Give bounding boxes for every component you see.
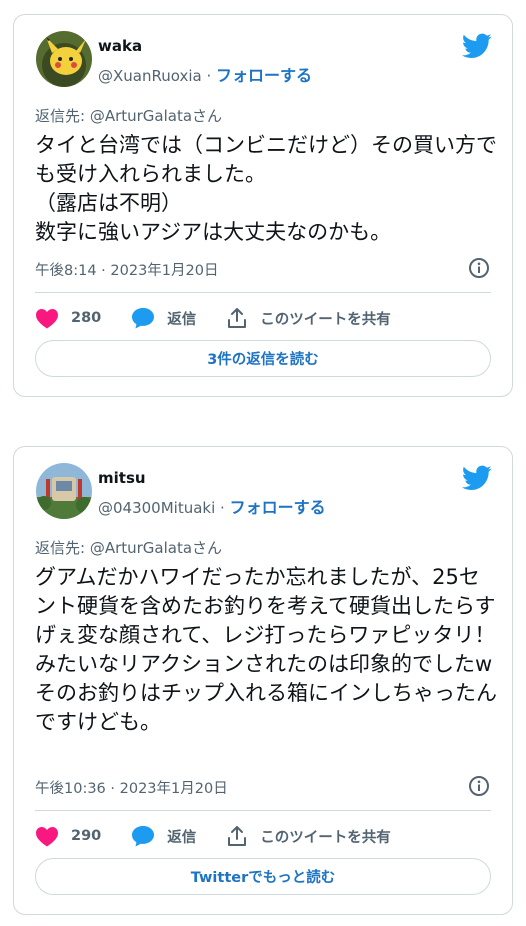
like-button[interactable]: 290 bbox=[35, 825, 101, 847]
info-icon[interactable] bbox=[468, 775, 490, 797]
heart-icon bbox=[36, 309, 58, 329]
twitter-bird-icon[interactable] bbox=[462, 33, 492, 59]
display-name[interactable]: mitsu bbox=[98, 469, 146, 487]
action-bar: 290 返信 このツイートを共有 bbox=[35, 824, 491, 848]
reply-bubble-icon bbox=[132, 308, 155, 329]
avatar-image bbox=[36, 31, 92, 87]
heart-icon bbox=[36, 827, 58, 847]
twitter-bird-icon[interactable] bbox=[462, 465, 492, 491]
follow-button[interactable]: フォローする bbox=[230, 498, 326, 517]
tweet-text: タイと台湾では（コンビニだけど）その買い方でも受け入れられました。 （露店は不明… bbox=[35, 133, 497, 244]
avatar-image bbox=[36, 463, 92, 519]
like-count: 290 bbox=[71, 828, 102, 844]
reply-button[interactable]: 返信 bbox=[131, 825, 196, 847]
separator: · bbox=[206, 67, 212, 85]
read-more-on-twitter-button[interactable]: Twitterでもっと読む bbox=[35, 858, 491, 895]
follow-button[interactable]: フォローする bbox=[216, 66, 312, 85]
divider bbox=[35, 292, 491, 293]
tweet-text: グアムだかハワイだったか忘れましたが、25セント硬貨を含めたお釣りを考えて硬貨出… bbox=[35, 565, 497, 734]
timestamp[interactable]: 午後10:36 · 2023年1月20日 bbox=[35, 777, 228, 798]
share-upload-icon bbox=[228, 308, 247, 328]
action-bar: 280 返信 このツイートを共有 bbox=[35, 306, 491, 330]
timestamp[interactable]: 午後8:14 · 2023年1月20日 bbox=[35, 259, 218, 280]
display-name[interactable]: waka bbox=[98, 37, 142, 55]
separator: · bbox=[220, 499, 225, 517]
share-label: このツイートを共有 bbox=[260, 829, 391, 846]
tweet-card-2: mitsu @04300Mituaki · フォローする 返信先: @Artur… bbox=[13, 446, 513, 915]
reply-label: 返信 bbox=[167, 829, 197, 846]
avatar[interactable] bbox=[36, 31, 92, 87]
reply-to-label: 返信先: @ArturGalataさん bbox=[35, 107, 223, 125]
share-button[interactable]: このツイートを共有 bbox=[226, 825, 391, 847]
user-handle[interactable]: @04300Mituaki bbox=[98, 499, 215, 517]
reply-label: 返信 bbox=[167, 311, 197, 328]
read-replies-button[interactable]: 3件の返信を読む bbox=[35, 340, 491, 377]
share-button[interactable]: このツイートを共有 bbox=[226, 307, 391, 329]
reply-to-label: 返信先: @ArturGalataさん bbox=[35, 539, 223, 557]
divider bbox=[35, 810, 491, 811]
like-button[interactable]: 280 bbox=[35, 307, 101, 329]
like-count: 280 bbox=[71, 310, 102, 326]
avatar[interactable] bbox=[36, 463, 92, 519]
reply-bubble-icon bbox=[132, 826, 155, 847]
info-icon[interactable] bbox=[468, 257, 490, 279]
tweet-card-1: waka @XuanRuoxia · フォローする 返信先: @ArturGal… bbox=[13, 14, 513, 397]
share-label: このツイートを共有 bbox=[260, 311, 391, 328]
user-handle[interactable]: @XuanRuoxia bbox=[98, 67, 202, 85]
handle-row: @04300Mituaki · フォローする bbox=[98, 494, 326, 518]
share-upload-icon bbox=[228, 826, 247, 846]
handle-row: @XuanRuoxia · フォローする bbox=[98, 62, 312, 86]
reply-button[interactable]: 返信 bbox=[131, 307, 196, 329]
